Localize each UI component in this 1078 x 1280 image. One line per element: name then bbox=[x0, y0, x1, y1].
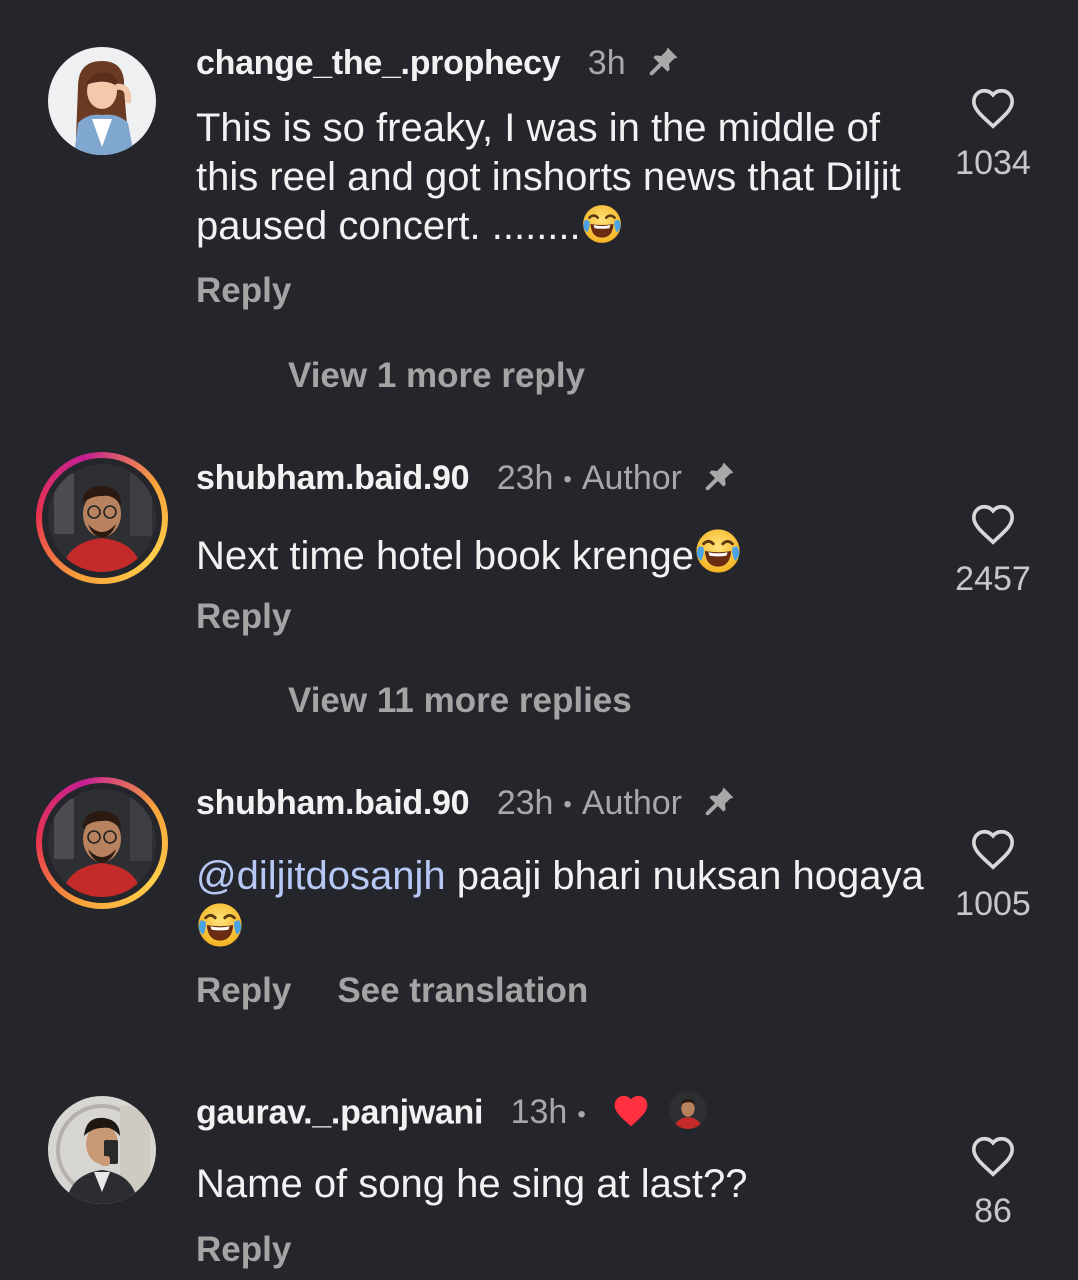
comment-header: change_the_.prophecy 3h bbox=[196, 43, 681, 87]
avatar-illustration bbox=[48, 47, 156, 155]
author-badge: Author bbox=[581, 784, 683, 822]
view-more-replies[interactable]: View 1 more reply bbox=[288, 356, 585, 396]
laughing-tears-emoji bbox=[196, 901, 244, 961]
like-count: 1034 bbox=[955, 144, 1031, 182]
avatar[interactable] bbox=[36, 452, 168, 584]
like-count: 1005 bbox=[955, 885, 1031, 923]
separator-dot: • bbox=[577, 1100, 586, 1128]
author-avatar-mini bbox=[668, 1091, 707, 1138]
comment-text: @diljitdosanjh paaji bhari nuksan hogaya bbox=[196, 852, 926, 961]
username[interactable]: gaurav._.panjwani bbox=[196, 1093, 483, 1131]
reply-button[interactable]: Reply bbox=[196, 1230, 291, 1269]
laughing-tears-emoji bbox=[694, 527, 742, 587]
comment-time: 13h bbox=[510, 1093, 568, 1132]
reply-button[interactable]: Reply bbox=[196, 971, 291, 1010]
comment-header: shubham.baid.90 23h • Author bbox=[196, 783, 737, 827]
pin-icon bbox=[703, 459, 737, 502]
avatar-photo bbox=[48, 464, 156, 572]
username[interactable]: change_the_.prophecy bbox=[196, 44, 561, 82]
avatar[interactable] bbox=[36, 777, 168, 909]
heart-icon bbox=[972, 504, 1014, 545]
like-button[interactable]: 1005 bbox=[950, 827, 1036, 924]
avatar[interactable] bbox=[48, 47, 156, 155]
laughing-tears-emoji bbox=[581, 203, 623, 257]
avatar-photo bbox=[48, 1096, 156, 1204]
reply-button[interactable]: Reply bbox=[196, 271, 291, 310]
comment-actions: Reply bbox=[196, 271, 337, 311]
comment-actions: Reply See translation bbox=[196, 971, 634, 1011]
like-button[interactable]: 86 bbox=[950, 1134, 1036, 1231]
comment-actions: Reply bbox=[196, 597, 337, 637]
username[interactable]: shubham.baid.90 bbox=[196, 459, 470, 497]
mention-link[interactable]: @diljitdosanjh bbox=[196, 854, 446, 898]
comment-actions: Reply bbox=[196, 1230, 337, 1270]
comment-time: 23h bbox=[496, 784, 554, 822]
like-count: 86 bbox=[974, 1192, 1012, 1230]
author-badge: Author bbox=[581, 459, 683, 497]
comment-header: shubham.baid.90 23h • Author bbox=[196, 458, 737, 502]
comment-text: Next time hotel book krenge bbox=[196, 527, 926, 587]
comment-header: gaurav._.panjwani 13h • bbox=[196, 1091, 707, 1138]
heart-icon bbox=[972, 1136, 1014, 1177]
like-button[interactable]: 1034 bbox=[950, 86, 1036, 183]
heart-icon bbox=[972, 88, 1014, 129]
reply-button[interactable]: Reply bbox=[196, 597, 291, 636]
username[interactable]: shubham.baid.90 bbox=[196, 784, 470, 822]
avatar[interactable] bbox=[48, 1096, 156, 1204]
see-translation-button[interactable]: See translation bbox=[337, 971, 588, 1010]
avatar-photo bbox=[48, 789, 156, 897]
comment-text: Name of song he sing at last?? bbox=[196, 1162, 748, 1206]
view-more-replies[interactable]: View 11 more replies bbox=[288, 681, 632, 721]
heart-icon bbox=[972, 829, 1014, 870]
comment-time: 3h bbox=[587, 44, 626, 82]
like-count: 2457 bbox=[955, 560, 1031, 598]
separator-dot: • bbox=[563, 791, 572, 819]
red-heart-icon bbox=[611, 1092, 651, 1137]
comment-time: 23h bbox=[496, 459, 554, 497]
pin-icon bbox=[647, 44, 681, 87]
separator-dot: • bbox=[563, 466, 572, 494]
comment-text: This is so freaky, I was in the middle o… bbox=[196, 104, 926, 257]
like-button[interactable]: 2457 bbox=[950, 502, 1036, 599]
pin-icon bbox=[703, 784, 737, 827]
